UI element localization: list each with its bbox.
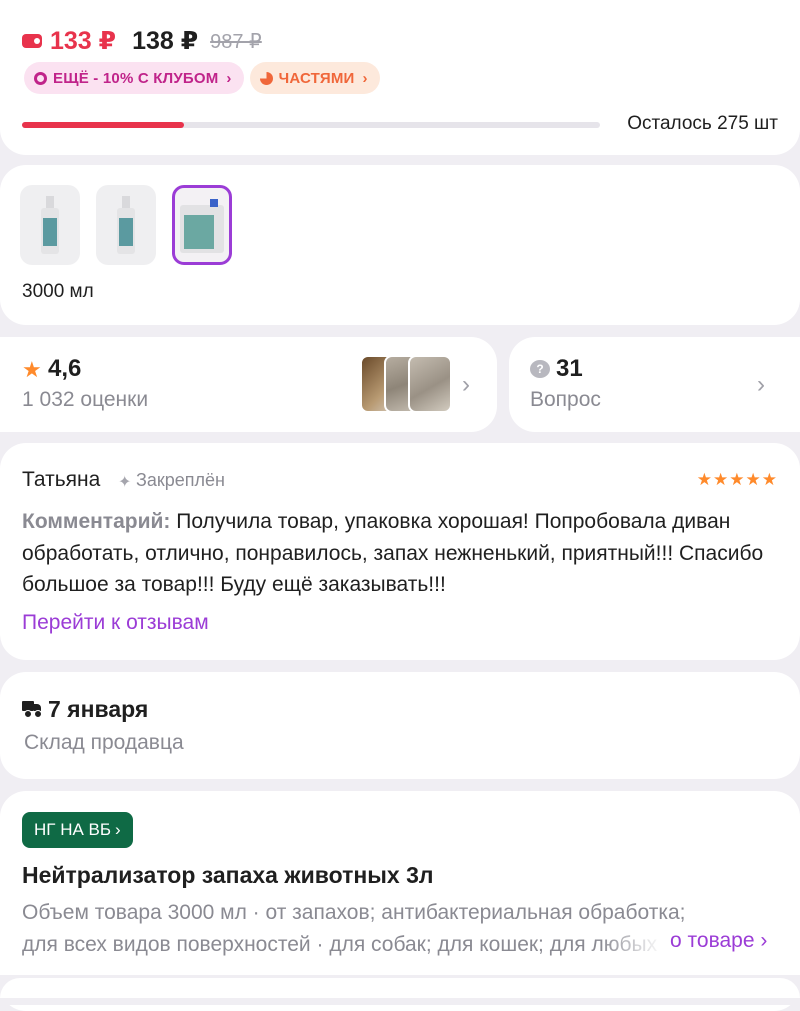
truck-icon (22, 701, 42, 718)
next-card (0, 978, 800, 998)
club-chip-label: ЕЩЁ - 10% С КЛУБОМ (53, 69, 219, 87)
variant-thumb[interactable] (20, 185, 80, 265)
promo-chips: ЕЩЁ - 10% С КЛУБОМ › ЧАСТЯМИ › (24, 62, 380, 94)
variant-thumbnails (20, 185, 232, 265)
star-icon: ★ (22, 357, 42, 382)
delivery-date: 7 января (48, 696, 149, 722)
stock-remaining: Осталось 275 шт (627, 113, 778, 134)
chevron-right-icon: › (757, 371, 765, 398)
questions-label: Вопрос (530, 388, 601, 411)
rating-count: 1 032 оценки (22, 388, 149, 411)
review-text: Комментарий: Получила товар, упаковка хо… (22, 506, 778, 601)
comment-label: Комментарий: (22, 510, 171, 533)
delivery-card (0, 672, 800, 779)
stock-progress-bar (22, 122, 600, 128)
stock-progress-fill (22, 122, 184, 128)
installments-chip-label: ЧАСТЯМИ (278, 69, 355, 87)
chevron-right-icon: › (115, 820, 121, 839)
spray-bottle-icon (117, 196, 135, 254)
spray-bottle-icon (41, 196, 59, 254)
pinned-label: Закреплён (136, 470, 225, 490)
go-to-reviews-link[interactable]: Перейти к отзывам (22, 611, 209, 635)
pin-icon: ✦ (118, 474, 132, 491)
rating-value: 4,6 (48, 355, 82, 382)
variant-thumb-selected[interactable] (172, 185, 232, 265)
variant-thumb[interactable] (96, 185, 156, 265)
selected-variant-label: 3000 мл (22, 281, 94, 302)
wallet-icon (22, 34, 42, 48)
product-title: Нейтрализатор запаха животных 3л (22, 862, 434, 888)
review-photo (408, 355, 452, 413)
chevron-right-icon: › (362, 69, 368, 87)
club-discount-chip[interactable]: ЕЩЁ - 10% С КЛУБОМ › (24, 62, 244, 94)
current-price: 138 ₽ (132, 27, 199, 55)
club-icon (34, 71, 47, 85)
product-desc-line2: для всех видов поверхностей · для собак;… (22, 933, 658, 956)
chevron-right-icon: › (462, 371, 470, 398)
review-photos[interactable] (360, 355, 455, 413)
description-fade (600, 932, 670, 958)
question-bubble-icon: ? (530, 360, 550, 378)
price-row: 133 ₽ 138 ₽ 987 ₽ (22, 26, 262, 56)
chevron-right-icon: › (226, 69, 232, 87)
delivery-source: Склад продавца (24, 731, 184, 754)
review-author: Татьяна (22, 468, 101, 491)
pie-icon (259, 71, 273, 85)
installments-chip[interactable]: ЧАСТЯМИ › (249, 62, 380, 94)
promo-badge[interactable]: НГ НА ВБ › (22, 812, 133, 848)
review-stars: ★★★★★ (696, 470, 778, 489)
questions-count: 31 (556, 355, 583, 382)
wallet-price: 133 ₽ (50, 27, 117, 55)
old-price: 987 ₽ (210, 30, 262, 53)
promo-badge-label: НГ НА ВБ (34, 820, 112, 839)
product-desc-line1: Объем товара 3000 мл · от запахов; антиб… (22, 901, 686, 924)
about-product-link[interactable]: о товаре › (670, 929, 767, 953)
canister-icon (180, 197, 224, 253)
